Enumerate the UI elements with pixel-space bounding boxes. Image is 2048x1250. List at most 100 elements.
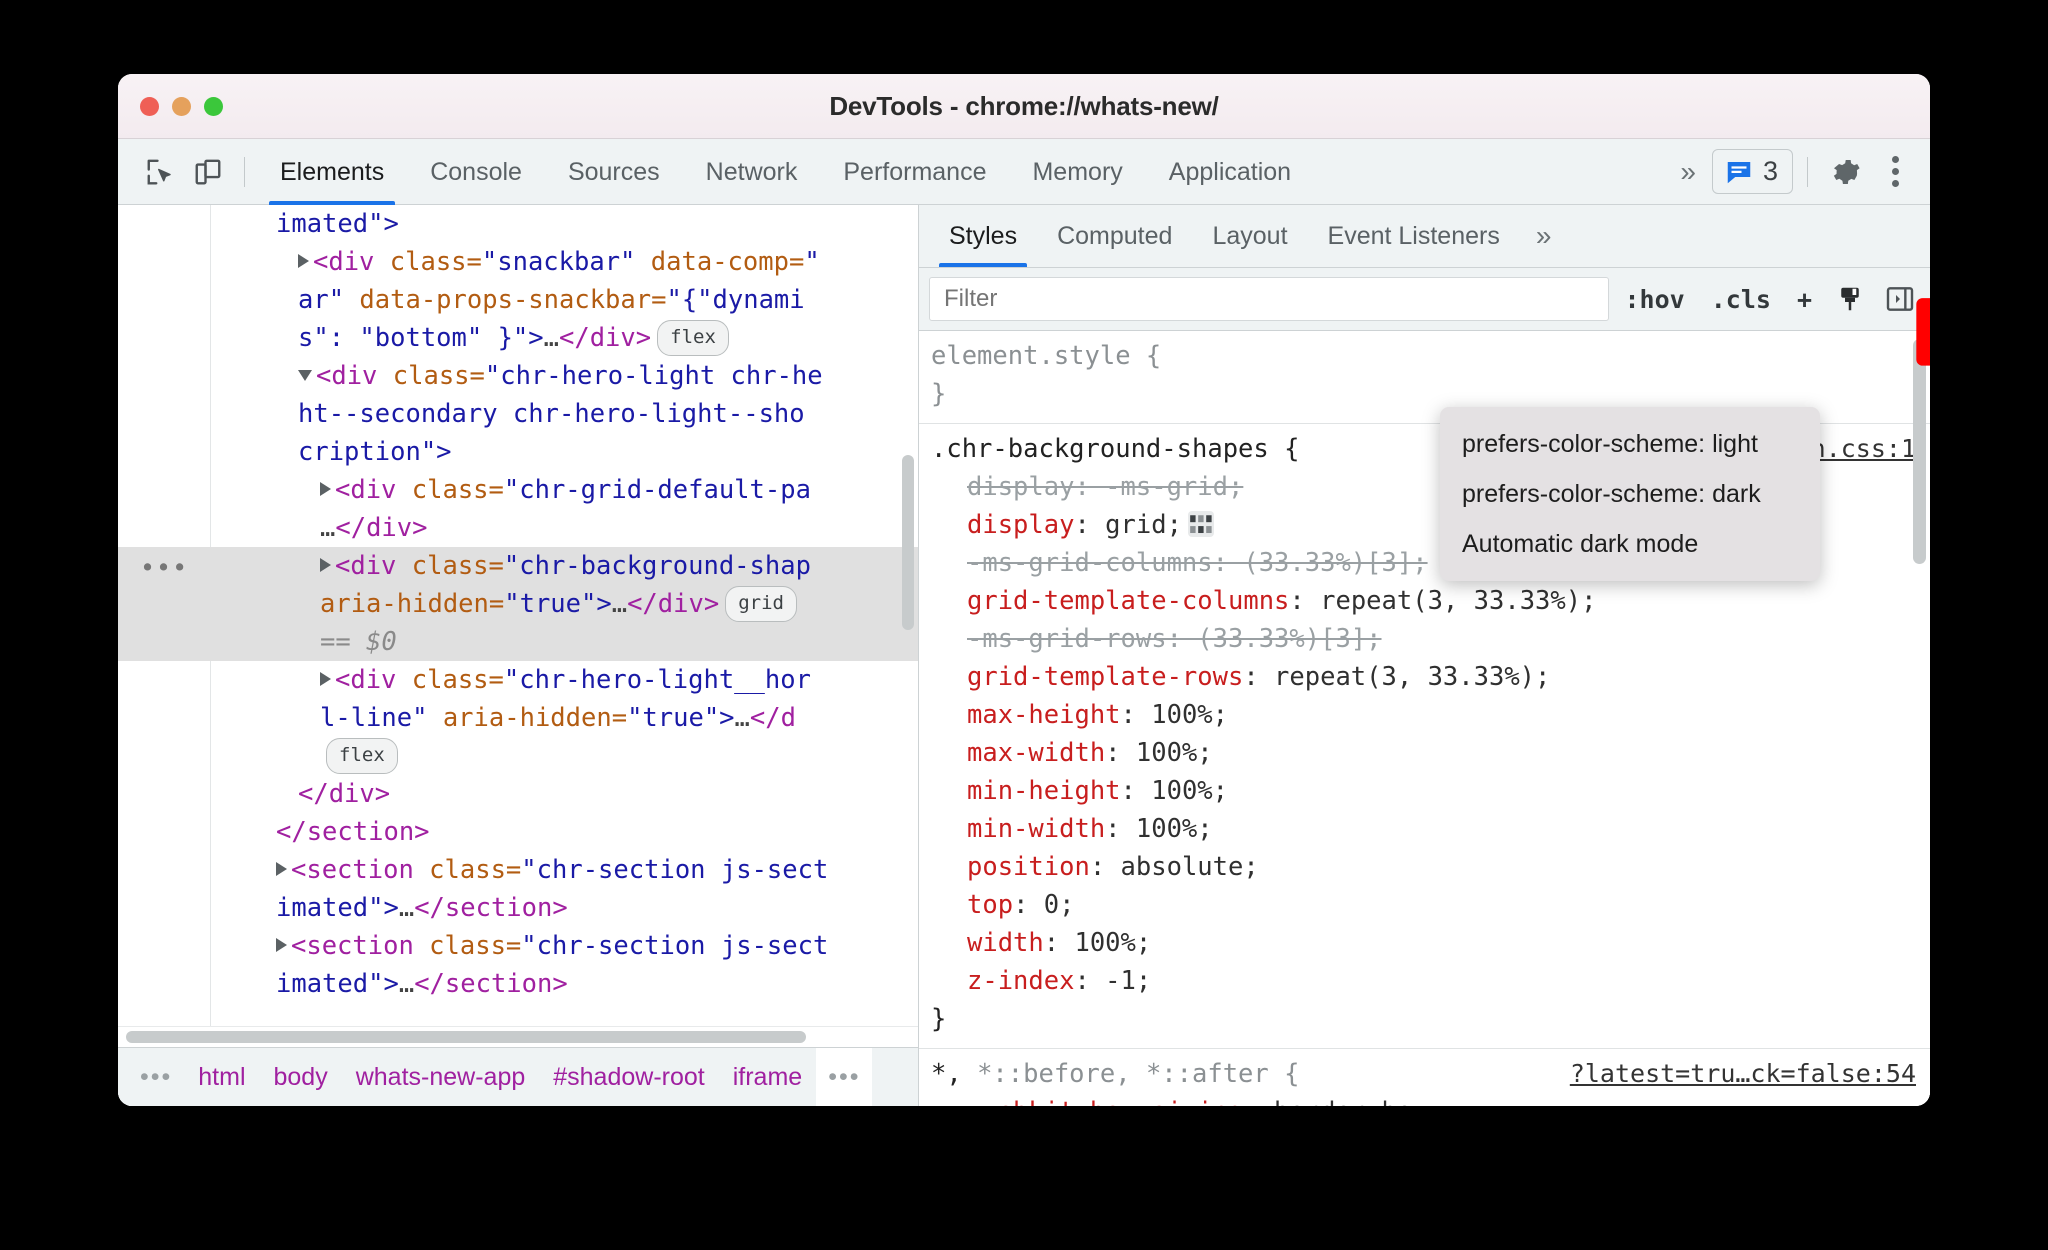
close-window-button[interactable]	[140, 96, 159, 116]
breadcrumb-overflow-right[interactable]: •••	[816, 1048, 873, 1106]
grid-editor-icon[interactable]	[1187, 511, 1214, 537]
dom-horizontal-scrollbar-track[interactable]	[118, 1026, 918, 1047]
breadcrumb-item-body[interactable]: body	[260, 1048, 342, 1106]
display-type-badge-flex[interactable]: flex	[657, 320, 729, 356]
css-declaration[interactable]: z-index: -1;	[919, 962, 1930, 1000]
css-selector-unmatched[interactable]: *::before, *::after {	[962, 1059, 1299, 1089]
toggle-sidebar-icon[interactable]	[1878, 277, 1922, 321]
css-declaration[interactable]: max-width: 100%;	[919, 734, 1930, 772]
css-declaration[interactable]: -ms-grid-rows: (33.33%)[3];	[919, 620, 1930, 658]
css-property-name[interactable]: top	[967, 890, 1013, 920]
dom-tree-row[interactable]: <section class="chr-section js-sect	[118, 927, 918, 965]
dom-tree-row[interactable]: ht--secondary chr-hero-light--sho	[118, 395, 918, 433]
tab-performance[interactable]: Performance	[820, 139, 1009, 205]
dom-tree-row-selected[interactable]: == $0	[118, 623, 918, 661]
css-source-link[interactable]: n.css:1	[1811, 430, 1916, 468]
new-style-rule-button[interactable]: +	[1787, 285, 1822, 314]
dom-tree-row-selected[interactable]: aria-hidden="true">…</div> grid	[118, 585, 918, 623]
css-property-value[interactable]: : 0;	[1013, 890, 1074, 920]
toggle-pseudo-classes-button[interactable]: :hov	[1615, 285, 1695, 314]
css-selector-matched[interactable]: *,	[931, 1059, 962, 1089]
dom-tree-row[interactable]: flex	[118, 737, 918, 775]
css-property-name[interactable]: grid-template-rows	[967, 662, 1243, 692]
dom-tree-row[interactable]: <div class="chr-hero-light chr-he	[118, 357, 918, 395]
expand-triangle-closed-icon[interactable]	[320, 482, 331, 496]
dom-tree-row[interactable]: </section>	[118, 813, 918, 851]
tab-elements[interactable]: Elements	[257, 139, 407, 205]
dom-tree-row-selected[interactable]: ••• <div class="chr-background-shap	[118, 547, 918, 585]
css-property-name[interactable]: max-width	[967, 738, 1105, 768]
zoom-window-button[interactable]	[204, 96, 223, 116]
tab-layout[interactable]: Layout	[1192, 205, 1307, 267]
css-property-name[interactable]: min-width	[967, 814, 1105, 844]
css-property-value[interactable]: : 100%;	[1121, 700, 1228, 730]
css-property-name[interactable]: grid-template-columns	[967, 586, 1289, 616]
dom-tree-row[interactable]: s": "bottom" }">…</div> flex	[118, 319, 918, 357]
dom-tree-row[interactable]: <div class="chr-grid-default-pa	[118, 471, 918, 509]
expand-triangle-closed-icon[interactable]	[320, 672, 331, 686]
tab-application[interactable]: Application	[1146, 139, 1314, 205]
dom-tree-row[interactable]: <section class="chr-section js-sect	[118, 851, 918, 889]
css-property-value[interactable]: : 100%;	[1105, 738, 1212, 768]
tab-network[interactable]: Network	[683, 139, 821, 205]
css-property-value[interactable]: : absolute;	[1090, 852, 1259, 882]
dom-tree-row[interactable]: …</div>	[118, 509, 918, 547]
expand-triangle-closed-icon[interactable]	[298, 254, 309, 268]
issues-counter-button[interactable]: 3	[1711, 149, 1793, 194]
css-property-value[interactable]: : 100%;	[1121, 776, 1228, 806]
expand-triangle-closed-icon[interactable]	[276, 938, 287, 952]
expand-triangle-closed-icon[interactable]	[276, 862, 287, 876]
tab-memory[interactable]: Memory	[1009, 139, 1145, 205]
css-property-name[interactable]: position	[967, 852, 1090, 882]
dom-tree-row[interactable]: </div>	[118, 775, 918, 813]
css-declaration[interactable]: min-width: 100%;	[919, 810, 1930, 848]
css-source-link[interactable]: ?latest=tru…ck=false:54	[1570, 1055, 1916, 1093]
styles-vertical-scrollbar[interactable]	[1913, 339, 1926, 564]
css-declaration[interactable]: top: 0;	[919, 886, 1930, 924]
css-declaration[interactable]: position: absolute;	[919, 848, 1930, 886]
css-property-name[interactable]: min-height	[967, 776, 1121, 806]
dom-tree-row[interactable]: imated">…</section>	[118, 965, 918, 1003]
dom-tree-scroll-area[interactable]: imated"> <div class="snackbar" data-comp=…	[118, 205, 918, 1026]
dom-tree-row[interactable]: imated">	[118, 205, 918, 243]
inspect-element-icon[interactable]	[136, 148, 184, 196]
tab-sources[interactable]: Sources	[545, 139, 683, 205]
menu-item-prefers-color-scheme-light[interactable]: prefers-color-scheme: light	[1440, 419, 1820, 469]
display-type-badge-grid[interactable]: grid	[725, 586, 797, 622]
dom-horizontal-scrollbar-thumb[interactable]	[126, 1031, 806, 1043]
css-declaration[interactable]: grid-template-rows: repeat(3, 33.33%);	[919, 658, 1930, 696]
css-selector[interactable]: .chr-background-shapes {	[931, 434, 1299, 464]
css-property-name[interactable]: width	[967, 928, 1044, 958]
css-rule-universal[interactable]: *, *::before, *::after { ?latest=tru…ck=f…	[919, 1049, 1930, 1106]
css-property-value[interactable]: : grid;	[1074, 510, 1181, 540]
dom-tree-row[interactable]: imated">…</section>	[118, 889, 918, 927]
css-property-name[interactable]: -webkit-box-sizing	[967, 1097, 1243, 1106]
breadcrumb-item--shadow-root[interactable]: #shadow-root	[539, 1048, 718, 1106]
dom-tree-row[interactable]: l-line" aria-hidden="true">…</d	[118, 699, 918, 737]
tab-event-listeners[interactable]: Event Listeners	[1308, 205, 1520, 267]
css-declaration[interactable]: width: 100%;	[919, 924, 1930, 962]
dom-vertical-scrollbar[interactable]	[902, 455, 914, 630]
menu-item-prefers-color-scheme-dark[interactable]: prefers-color-scheme: dark	[1440, 469, 1820, 519]
css-property-value[interactable]: : border-box;	[1243, 1097, 1443, 1106]
menu-item-automatic-dark-mode[interactable]: Automatic dark mode	[1440, 519, 1820, 569]
tab-styles[interactable]: Styles	[929, 205, 1037, 267]
css-property-value[interactable]: : 100%;	[1044, 928, 1151, 958]
dom-tree-row[interactable]: cription">	[118, 433, 918, 471]
display-type-badge-flex[interactable]: flex	[326, 738, 398, 774]
gear-icon[interactable]	[1822, 148, 1870, 196]
css-property-value[interactable]: : repeat(3, 33.33%);	[1289, 586, 1596, 616]
device-toolbar-icon[interactable]	[184, 148, 232, 196]
css-property-value[interactable]: : -1;	[1074, 966, 1151, 996]
dom-tree-row[interactable]: ar" data-props-snackbar="{"dynami	[118, 281, 918, 319]
css-property-name[interactable]: z-index	[967, 966, 1074, 996]
css-property-value[interactable]: : repeat(3, 33.33%);	[1243, 662, 1550, 692]
tab-console[interactable]: Console	[407, 139, 545, 205]
breadcrumb-item-iframe[interactable]: iframe	[719, 1048, 816, 1106]
color-scheme-dropdown-menu[interactable]: prefers-color-scheme: light prefers-colo…	[1440, 407, 1820, 581]
tab-computed[interactable]: Computed	[1037, 205, 1192, 267]
css-property-name[interactable]: display	[967, 510, 1074, 540]
dom-row-more-icon[interactable]: •••	[140, 549, 188, 587]
minimize-window-button[interactable]	[172, 96, 191, 116]
styles-more-tabs-chevron-icon[interactable]: »	[1520, 220, 1566, 252]
